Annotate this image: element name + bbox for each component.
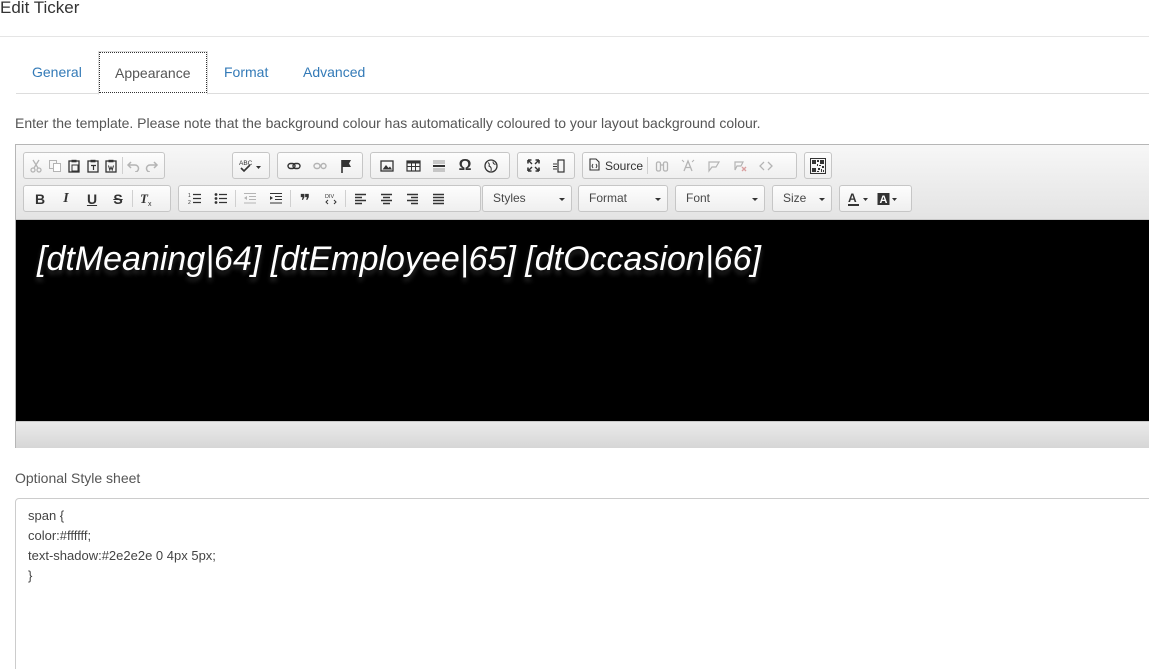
svg-text:1: 1: [188, 193, 191, 199]
chevron-down-icon: [819, 198, 825, 201]
horizontal-line-icon[interactable]: [426, 154, 452, 178]
size-dropdown[interactable]: Size: [772, 185, 832, 212]
find-icon[interactable]: [649, 154, 675, 178]
numbered-list-icon[interactable]: 12: [182, 187, 208, 211]
align-right-icon[interactable]: [399, 187, 425, 211]
styles-dropdown-label: Styles: [493, 191, 526, 205]
svg-text:DIV: DIV: [325, 194, 335, 200]
page-title: Edit Ticker: [0, 0, 80, 17]
links-group: [277, 152, 363, 179]
background-color-icon[interactable]: A: [873, 187, 903, 211]
tab-appearance[interactable]: Appearance: [98, 51, 208, 95]
paste-word-icon[interactable]: [102, 154, 121, 178]
unlink-icon[interactable]: [307, 154, 333, 178]
svg-text:2: 2: [188, 200, 191, 205]
rich-text-editor: ABC Ω Source B I U S T x 1 2 ❞ DIV Style…: [15, 144, 1149, 448]
qr-group: [804, 152, 832, 179]
align-left-icon[interactable]: [347, 187, 373, 211]
insert-group: Ω: [370, 152, 510, 179]
special-char-icon[interactable]: Ω: [452, 154, 478, 178]
source-icon: [589, 157, 600, 174]
editor-status-bar: [16, 421, 1149, 448]
qr-icon[interactable]: [805, 154, 831, 178]
tab-format[interactable]: Format: [208, 51, 284, 94]
blockquote-icon[interactable]: ❞: [292, 187, 318, 211]
italic-button[interactable]: I: [53, 187, 79, 211]
div-container-icon[interactable]: DIV: [318, 187, 344, 211]
clipboard-group: [23, 152, 165, 179]
justify-icon[interactable]: [425, 187, 451, 211]
underline-button[interactable]: U: [79, 187, 105, 211]
size-dropdown-label: Size: [783, 191, 807, 205]
bulleted-list-icon[interactable]: [208, 187, 234, 211]
styles-dropdown[interactable]: Styles: [482, 185, 572, 212]
comment-icon[interactable]: [701, 154, 727, 178]
svg-text:x: x: [148, 201, 152, 207]
stylesheet-textarea[interactable]: span { color:#ffffff; text-shadow:#2e2e2…: [15, 498, 1149, 669]
tab-advanced[interactable]: Advanced: [287, 51, 381, 94]
basic-styles-group: B I U S Tx: [23, 185, 171, 212]
format-dropdown[interactable]: Format: [578, 185, 668, 212]
chevron-down-icon: [752, 198, 758, 201]
undo-icon[interactable]: [123, 154, 142, 178]
paragraph-group: 12 ❞ DIV: [178, 185, 481, 212]
editor-content-area[interactable]: [dtMeaning|64] [dtEmployee|65] [dtOccasi…: [16, 220, 1149, 421]
replace-icon[interactable]: [675, 154, 701, 178]
svg-text:A: A: [880, 194, 888, 206]
show-blocks-icon[interactable]: [546, 154, 571, 178]
code-icon[interactable]: [753, 154, 779, 178]
iframe-icon[interactable]: [478, 154, 504, 178]
chevron-down-icon: [655, 198, 661, 201]
anchor-icon[interactable]: [333, 154, 359, 178]
spellcheck-icon[interactable]: ABC: [236, 154, 266, 178]
font-dropdown-label: Font: [686, 191, 711, 205]
editor-toolbar: ABC Ω Source B I U S T x 1 2 ❞ DIV Style…: [16, 145, 1149, 220]
paste-icon[interactable]: [65, 154, 84, 178]
source-button[interactable]: Source: [586, 154, 646, 178]
maximize-icon[interactable]: [521, 154, 546, 178]
tools-group: Source: [582, 152, 797, 179]
source-label: Source: [605, 158, 644, 173]
colors-group: A A: [839, 185, 912, 212]
image-icon[interactable]: [374, 154, 400, 178]
table-icon[interactable]: [400, 154, 426, 178]
strike-button[interactable]: S: [105, 187, 131, 211]
cut-icon[interactable]: [27, 154, 46, 178]
stylesheet-label: Optional Style sheet: [15, 470, 141, 486]
text-color-icon[interactable]: A: [843, 187, 873, 211]
tab-bar: General Appearance Format Advanced: [16, 51, 1149, 95]
font-dropdown[interactable]: Font: [675, 185, 765, 212]
svg-text:A: A: [848, 192, 857, 205]
bold-button[interactable]: B: [27, 187, 53, 211]
format-dropdown-label: Format: [589, 191, 628, 205]
template-hint: Enter the template. Please note that the…: [15, 115, 761, 131]
uncomment-icon[interactable]: [727, 154, 753, 178]
divider: [0, 36, 1149, 37]
remove-format-icon[interactable]: Tx: [134, 187, 160, 211]
paste-text-icon[interactable]: [83, 154, 102, 178]
copy-icon[interactable]: [46, 154, 65, 178]
svg-text:ABC: ABC: [239, 160, 253, 167]
indent-icon[interactable]: [263, 187, 289, 211]
spellcheck-group: ABC: [232, 152, 270, 179]
align-center-icon[interactable]: [373, 187, 399, 211]
outdent-icon[interactable]: [237, 187, 263, 211]
tab-general[interactable]: General: [16, 51, 98, 94]
redo-icon[interactable]: [142, 154, 161, 178]
chevron-down-icon: [559, 198, 565, 201]
view-group: [517, 152, 575, 179]
link-icon[interactable]: [281, 154, 307, 178]
template-text: [dtMeaning|64] [dtEmployee|65] [dtOccasi…: [37, 240, 761, 278]
